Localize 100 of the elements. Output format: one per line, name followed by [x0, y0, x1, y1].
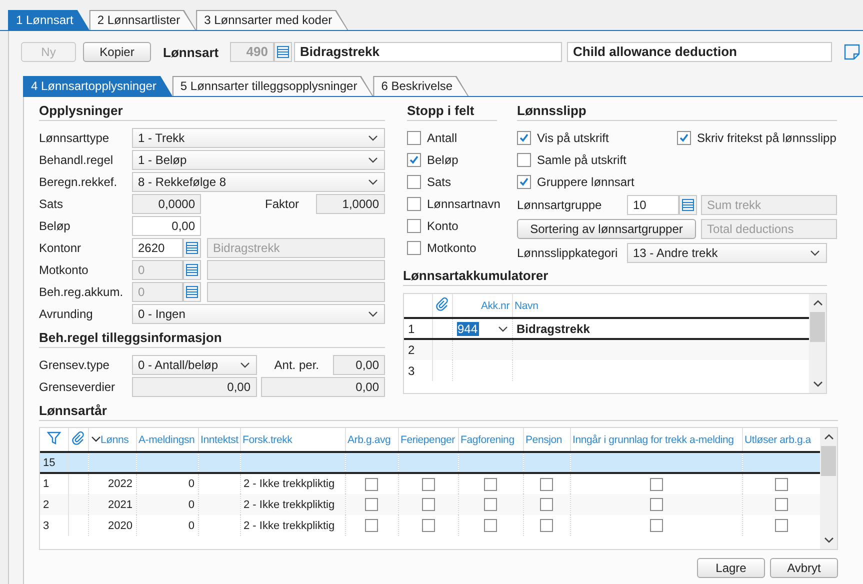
checkbox[interactable]	[365, 478, 378, 490]
checkbox[interactable]: Beløp	[407, 150, 497, 170]
table-cell: 2020	[108, 520, 132, 532]
dropdown[interactable]: 0 - Antall/beløp	[132, 355, 257, 375]
input-field[interactable]: Child allowance deduction	[567, 42, 832, 62]
tab[interactable]: 4 Lønnsartopplysninger	[23, 76, 172, 96]
field-label: Grenseverdier	[39, 380, 116, 394]
field-label: Beh.reg.akkum.	[39, 285, 124, 299]
caret-icon	[810, 250, 820, 256]
section-heading: Lønnsartår	[39, 403, 838, 421]
checkbox[interactable]: Motkonto	[407, 238, 497, 258]
checkbox[interactable]: Vis på utskrift	[517, 128, 677, 148]
checkbox[interactable]: Samle på utskrift	[517, 150, 677, 170]
field-label: Kontonr	[39, 241, 82, 255]
dropdown[interactable]: 1 - Beløp	[132, 150, 385, 170]
column-header[interactable]: Navn	[512, 294, 809, 318]
table-cell[interactable]: 944	[456, 322, 479, 336]
column-header[interactable]: Lønns	[100, 434, 129, 446]
lookup-button[interactable]	[679, 195, 697, 215]
input-field[interactable]: 0,00	[260, 377, 385, 397]
checkbox[interactable]	[422, 478, 434, 490]
row-number: 15	[40, 452, 68, 473]
save-button[interactable]: Lagre	[697, 558, 765, 578]
scrollbar-thumb[interactable]	[810, 312, 825, 342]
input-field[interactable]: 1,0000	[316, 194, 385, 214]
checkbox[interactable]	[650, 478, 662, 490]
dropdown[interactable]: 13 - Andre trekk	[627, 243, 827, 263]
checkbox[interactable]: Konto	[407, 216, 497, 236]
checkbox[interactable]	[775, 519, 788, 532]
note-icon[interactable]	[844, 44, 860, 60]
list-icon	[186, 286, 198, 298]
scrollbar-thumb[interactable]	[821, 446, 836, 476]
input-field[interactable]: 0,00	[333, 355, 385, 375]
checkbox[interactable]	[650, 519, 662, 532]
section-heading: Stopp i felt	[407, 103, 497, 121]
input-field[interactable]: 0,00	[132, 377, 256, 397]
field-label: Lønnsarttype	[39, 131, 110, 145]
row-number: 2	[404, 339, 432, 360]
input-field[interactable]: 0,0000	[132, 194, 201, 214]
checkbox[interactable]	[365, 519, 378, 532]
section-heading: Lønnsartakkumulatorer	[403, 268, 827, 286]
checkbox[interactable]	[484, 498, 497, 511]
checkbox[interactable]: Gruppere lønnsart	[517, 172, 677, 192]
lookup-button[interactable]	[183, 238, 201, 258]
tab[interactable]: 6 Beskrivelse	[373, 76, 469, 96]
lookup-button[interactable]	[274, 42, 292, 62]
field-label: Ant. per.	[274, 358, 319, 372]
copy-button[interactable]: Kopier	[83, 42, 151, 62]
checkbox[interactable]	[775, 498, 788, 511]
caret-icon	[368, 311, 378, 317]
input-field[interactable]: 10	[627, 195, 679, 215]
lookup-button[interactable]	[183, 282, 201, 302]
column-header[interactable]: Akk.nr	[452, 294, 512, 318]
input-field[interactable]: 2620	[132, 238, 183, 258]
field-label: Sats	[39, 197, 64, 211]
input-field[interactable]: 0,00	[132, 216, 201, 236]
filter-icon[interactable]	[46, 431, 61, 445]
tab[interactable]: 5 Lønnsarter tilleggsopplysninger	[172, 76, 374, 96]
cancel-button[interactable]: Avbryt	[770, 558, 838, 578]
caret-icon	[368, 157, 378, 163]
checkbox[interactable]	[540, 478, 553, 490]
caret-icon	[498, 326, 508, 332]
checkbox[interactable]	[484, 478, 497, 490]
row-number: 1	[404, 318, 432, 339]
dropdown[interactable]: 8 - Rekkefølge 8	[132, 172, 385, 192]
checkbox[interactable]	[365, 498, 378, 511]
tab[interactable]: 3 Lønnsarter med koder	[196, 10, 348, 30]
tab[interactable]: 2 Lønnsartlister	[89, 10, 196, 30]
dropdown[interactable]: 1 - Trekk	[132, 128, 385, 148]
table-cell: 0	[188, 478, 194, 490]
section-heading: Lønnsslipp	[517, 103, 837, 121]
input-field[interactable]: Bidragstrekk	[294, 42, 562, 62]
checkbox[interactable]	[484, 519, 497, 532]
checkbox[interactable]: Skriv fritekst på lønnsslipp	[677, 128, 837, 148]
checkbox[interactable]	[775, 478, 788, 490]
checkbox[interactable]	[540, 498, 553, 511]
lookup-button[interactable]	[183, 260, 201, 280]
table-cell: 2022	[108, 478, 132, 490]
field-label: Lønnsartgruppe	[517, 198, 603, 212]
tab[interactable]: 1 Lønnsart	[8, 10, 90, 30]
field-label: Lønnsart	[163, 44, 220, 60]
scrollbar[interactable]	[820, 428, 837, 549]
sort-button[interactable]: Sortering av lønnsartgrupper	[517, 219, 696, 239]
field-label: Grensev.type	[39, 358, 110, 372]
checkbox[interactable]	[650, 498, 662, 511]
row-number: 2	[40, 494, 68, 515]
scrollbar[interactable]	[809, 294, 826, 393]
list-icon	[277, 46, 289, 58]
paperclip-icon	[436, 297, 448, 311]
checkbox[interactable]	[422, 519, 434, 532]
row-number: 1	[40, 473, 68, 494]
checkbox[interactable]	[540, 519, 553, 532]
list-icon	[186, 242, 198, 254]
table-cell: 0	[188, 520, 194, 532]
checkmark-icon	[519, 133, 529, 143]
checkbox[interactable]	[422, 498, 434, 511]
checkbox[interactable]: Sats	[407, 172, 497, 192]
field-label: Faktor	[264, 197, 299, 211]
dropdown[interactable]: 0 - Ingen	[132, 304, 385, 324]
checkbox[interactable]: Antall	[407, 128, 497, 148]
